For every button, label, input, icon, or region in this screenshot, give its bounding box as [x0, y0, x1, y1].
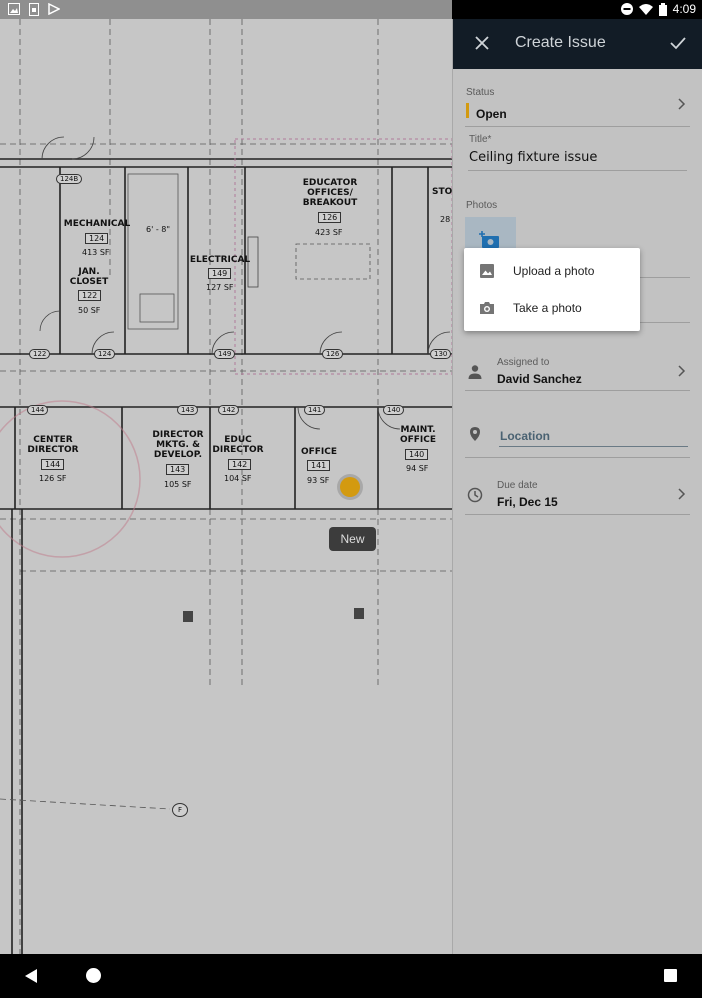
chevron-right-icon — [678, 98, 686, 110]
door-tag-124: 124 — [94, 349, 116, 359]
location-divider — [465, 457, 690, 458]
new-pin-tooltip: New — [329, 527, 376, 551]
do-not-disturb-icon — [620, 3, 633, 15]
room-122-name: JAN. CLOSET — [69, 267, 109, 287]
add-photo-icon — [479, 231, 499, 248]
floor-plan-canvas[interactable]: EDUCATOR OFFICES/ BREAKOUT 126 423 SF ME… — [0, 19, 452, 954]
upload-photo-option[interactable]: Upload a photo — [464, 253, 640, 289]
create-issue-panel: Create Issue Status Open Title* Ceiling … — [452, 19, 702, 954]
room-141-number: 141 — [307, 460, 331, 471]
home-icon[interactable] — [86, 968, 101, 983]
room-124-area: 413 SF — [82, 248, 110, 257]
camera-icon — [480, 302, 494, 314]
door-tag-149: 149 — [214, 349, 236, 359]
location-pin-icon — [470, 427, 480, 441]
chevron-right-icon — [678, 365, 686, 377]
title-label: Title* — [469, 134, 492, 145]
status-color-indicator — [466, 103, 469, 118]
clock-icon — [467, 487, 483, 503]
person-icon — [468, 365, 482, 379]
room-142-name: EDUC DIRECTOR — [212, 435, 264, 455]
grid-bubble-f: F — [172, 803, 189, 817]
image-notification-icon — [8, 3, 20, 15]
room-143-area: 105 SF — [164, 480, 192, 489]
room-141-name: OFFICE — [300, 447, 338, 457]
door-tag-140: 140 — [383, 405, 405, 415]
title-input[interactable]: Ceiling fixture issue — [469, 150, 597, 165]
assigned-label: Assigned to — [497, 357, 550, 368]
battery-icon — [658, 2, 667, 16]
system-navigation-bar — [0, 954, 702, 998]
status-divider — [465, 126, 690, 127]
due-date-label: Due date — [497, 480, 538, 491]
room-144-name: CENTER DIRECTOR — [27, 435, 79, 455]
photos-label: Photos — [466, 200, 498, 211]
location-input[interactable]: Location — [499, 425, 688, 447]
upload-photo-label: Upload a photo — [513, 264, 595, 278]
clock: 4:09 — [672, 2, 696, 16]
title-divider — [468, 170, 687, 171]
check-icon[interactable] — [667, 32, 689, 54]
door-tag-122: 122 — [29, 349, 51, 359]
door-tag-141: 141 — [304, 405, 326, 415]
door-tag-142: 142 — [218, 405, 240, 415]
close-icon[interactable] — [471, 32, 493, 54]
room-144-number: 144 — [41, 459, 65, 470]
room-149-area: 127 SF — [206, 283, 234, 292]
back-icon[interactable] — [24, 968, 38, 984]
door-tag-143: 143 — [177, 405, 199, 415]
image-icon — [480, 264, 494, 278]
door-dimension: 6' - 8" — [146, 225, 171, 234]
room-149-name: ELECTRICAL — [189, 255, 251, 265]
door-tag-130: 130 — [430, 349, 452, 359]
room-126-area: 423 SF — [315, 228, 343, 237]
room-140-area: 94 SF — [406, 464, 429, 473]
recents-icon[interactable] — [664, 969, 677, 982]
assigned-value: David Sanchez — [497, 372, 582, 386]
play-notification-icon — [48, 3, 60, 15]
issue-pin[interactable] — [337, 474, 363, 500]
panel-header: Create Issue — [453, 19, 702, 69]
panel-title: Create Issue — [515, 34, 606, 51]
door-tag-144: 144 — [27, 405, 49, 415]
wifi-icon — [638, 3, 653, 15]
location-placeholder: Location — [500, 429, 550, 443]
room-124-name: MECHANICAL — [63, 219, 131, 229]
room-140-name: MAINT. OFFICE — [399, 425, 437, 445]
room-126-number: 126 — [318, 212, 342, 223]
photo-source-menu: Upload a photo Take a photo — [464, 248, 640, 331]
sim-notification-icon — [29, 3, 39, 16]
room-149-number: 149 — [208, 268, 232, 279]
room-142-area: 104 SF — [224, 474, 252, 483]
room-124-number: 124 — [85, 233, 109, 244]
floor-plan-linework — [0, 19, 452, 954]
door-tag-124b: 124B — [56, 174, 83, 184]
room-140-number: 140 — [405, 449, 429, 460]
due-date-divider — [465, 514, 690, 515]
room-142-number: 142 — [228, 459, 252, 470]
room-122-area: 50 SF — [78, 306, 101, 315]
system-indicators: 4:09 — [620, 2, 696, 16]
take-photo-option[interactable]: Take a photo — [464, 290, 640, 326]
system-status-bar: 4:09 — [0, 0, 702, 19]
notification-icons — [8, 3, 60, 16]
room-126-name: EDUCATOR OFFICES/ BREAKOUT — [302, 178, 358, 208]
room-storage-number: 28 — [440, 215, 451, 224]
room-143-name: DIRECTOR MKTG. & DEVELOP. — [152, 430, 204, 460]
room-144-area: 126 SF — [39, 474, 67, 483]
assigned-divider — [465, 390, 690, 391]
status-label: Status — [466, 87, 495, 98]
room-storage-name: STO — [432, 187, 452, 197]
room-143-number: 143 — [166, 464, 190, 475]
take-photo-label: Take a photo — [513, 301, 582, 315]
due-date-value: Fri, Dec 15 — [497, 495, 558, 509]
chevron-right-icon — [678, 488, 686, 500]
issue-pin-dot — [340, 477, 360, 497]
door-tag-126: 126 — [322, 349, 344, 359]
status-value: Open — [476, 107, 507, 121]
room-141-area: 93 SF — [307, 476, 330, 485]
room-122-number: 122 — [78, 290, 102, 301]
